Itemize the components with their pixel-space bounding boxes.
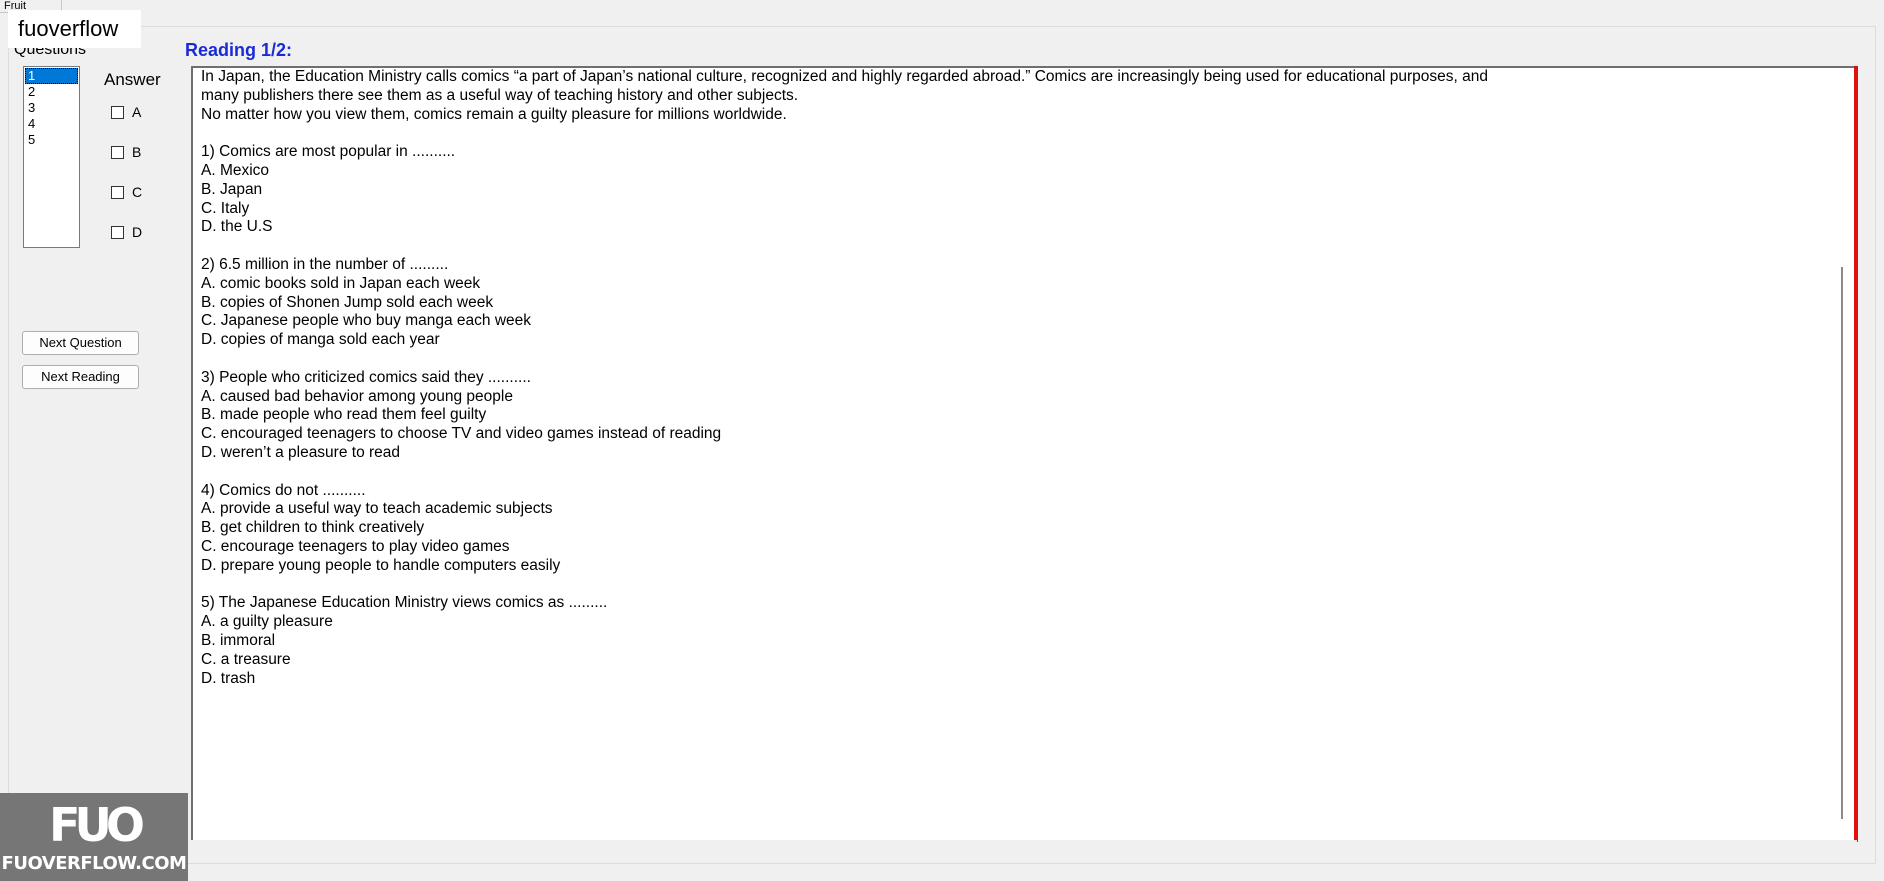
reading-line: C. Japanese people who buy manga each we…	[201, 312, 532, 330]
answer-option-d-label: D	[132, 224, 143, 240]
checkbox-d[interactable]	[111, 225, 124, 239]
accent-border	[1854, 66, 1858, 842]
questions-listbox[interactable]: 1 2 3 4 5	[23, 66, 80, 248]
checkbox-a[interactable]	[111, 105, 124, 119]
reading-line: B. get children to think creatively	[201, 519, 425, 537]
logo-text: FUOVERFLOW.COM	[1, 853, 187, 874]
reading-line: 1) Comics are most popular in ..........	[201, 143, 456, 161]
reading-blank-line	[201, 350, 1611, 369]
reading-line: 3) People who criticized comics said the…	[201, 368, 531, 386]
reading-line: C. Italy	[201, 199, 250, 217]
reading-line: D. the U.S	[201, 218, 273, 236]
reading-line: B. made people who read them feel guilty	[201, 406, 487, 424]
question-item-4[interactable]: 4	[25, 116, 78, 132]
reading-line: A. Mexico	[201, 161, 270, 179]
question-item-5[interactable]: 5	[25, 132, 78, 148]
reading-blank-line	[201, 124, 1611, 143]
reading-line: D. trash	[201, 669, 256, 687]
reading-line: C. a treasure	[201, 650, 291, 668]
reading-line: many publishers there see them as a usef…	[201, 86, 799, 104]
reading-line: In Japan, the Education Ministry calls c…	[201, 68, 1488, 85]
answer-option-b-label: B	[132, 144, 142, 160]
reading-line: D. copies of manga sold each year	[201, 331, 440, 349]
scrollbar-thumb[interactable]	[1841, 267, 1843, 819]
reading-line: 5) The Japanese Education Ministry views…	[201, 594, 608, 612]
answer-option-b[interactable]: B	[111, 144, 141, 160]
reading-line: D. weren’t a pleasure to read	[201, 443, 401, 461]
reading-line: B. Japan	[201, 180, 263, 198]
reading-line: C. encouraged teenagers to choose TV and…	[201, 425, 722, 443]
reading-line: A. comic books sold in Japan each week	[201, 274, 481, 292]
reading-line: 4) Comics do not ..........	[201, 481, 366, 499]
question-item-2[interactable]: 2	[25, 84, 78, 100]
reading-line: No matter how you view them, comics rema…	[201, 105, 787, 123]
reading-line: D. prepare young people to handle comput…	[201, 556, 561, 574]
answer-option-a-label: A	[132, 104, 142, 120]
reading-line: 2) 6.5 million in the number of ........…	[201, 255, 449, 273]
reading-blank-line	[201, 576, 1611, 595]
answer-option-c[interactable]: C	[111, 184, 142, 200]
next-question-button[interactable]: Next Question	[22, 331, 139, 355]
answer-option-c-label: C	[132, 184, 143, 200]
reading-title: Reading 1/2:	[185, 40, 293, 60]
reading-line: A. provide a useful way to teach academi…	[201, 500, 553, 518]
reading-blank-line	[201, 463, 1611, 482]
reading-textbox[interactable]: In Japan, the Education Ministry calls c…	[191, 66, 1857, 840]
answer-label: Answer	[104, 70, 161, 89]
checkbox-c[interactable]	[111, 185, 124, 199]
reading-line: C. encourage teenagers to play video gam…	[201, 537, 510, 555]
watermark-text: fuoverflow	[8, 10, 141, 48]
reading-scrollbar[interactable]	[1829, 68, 1847, 840]
fuo-logo: FUO FUOVERFLOW.COM	[0, 793, 188, 881]
checkbox-b[interactable]	[111, 145, 124, 159]
reading-line: B. immoral	[201, 631, 276, 649]
reading-content: In Japan, the Education Ministry calls c…	[201, 68, 1611, 688]
reader-bottom-edge	[191, 840, 1857, 850]
logo-mark: FUO	[49, 798, 145, 852]
question-item-3[interactable]: 3	[25, 100, 78, 116]
reading-line: A. a guilty pleasure	[201, 613, 333, 631]
question-item-1[interactable]: 1	[25, 68, 78, 84]
reading-line: A. caused bad behavior among young peopl…	[201, 387, 513, 405]
answer-option-a[interactable]: A	[111, 104, 141, 120]
reading-blank-line	[201, 237, 1611, 256]
next-reading-button[interactable]: Next Reading	[22, 365, 139, 389]
reading-line: B. copies of Shonen Jump sold each week	[201, 293, 494, 311]
answer-option-d[interactable]: D	[111, 224, 142, 240]
